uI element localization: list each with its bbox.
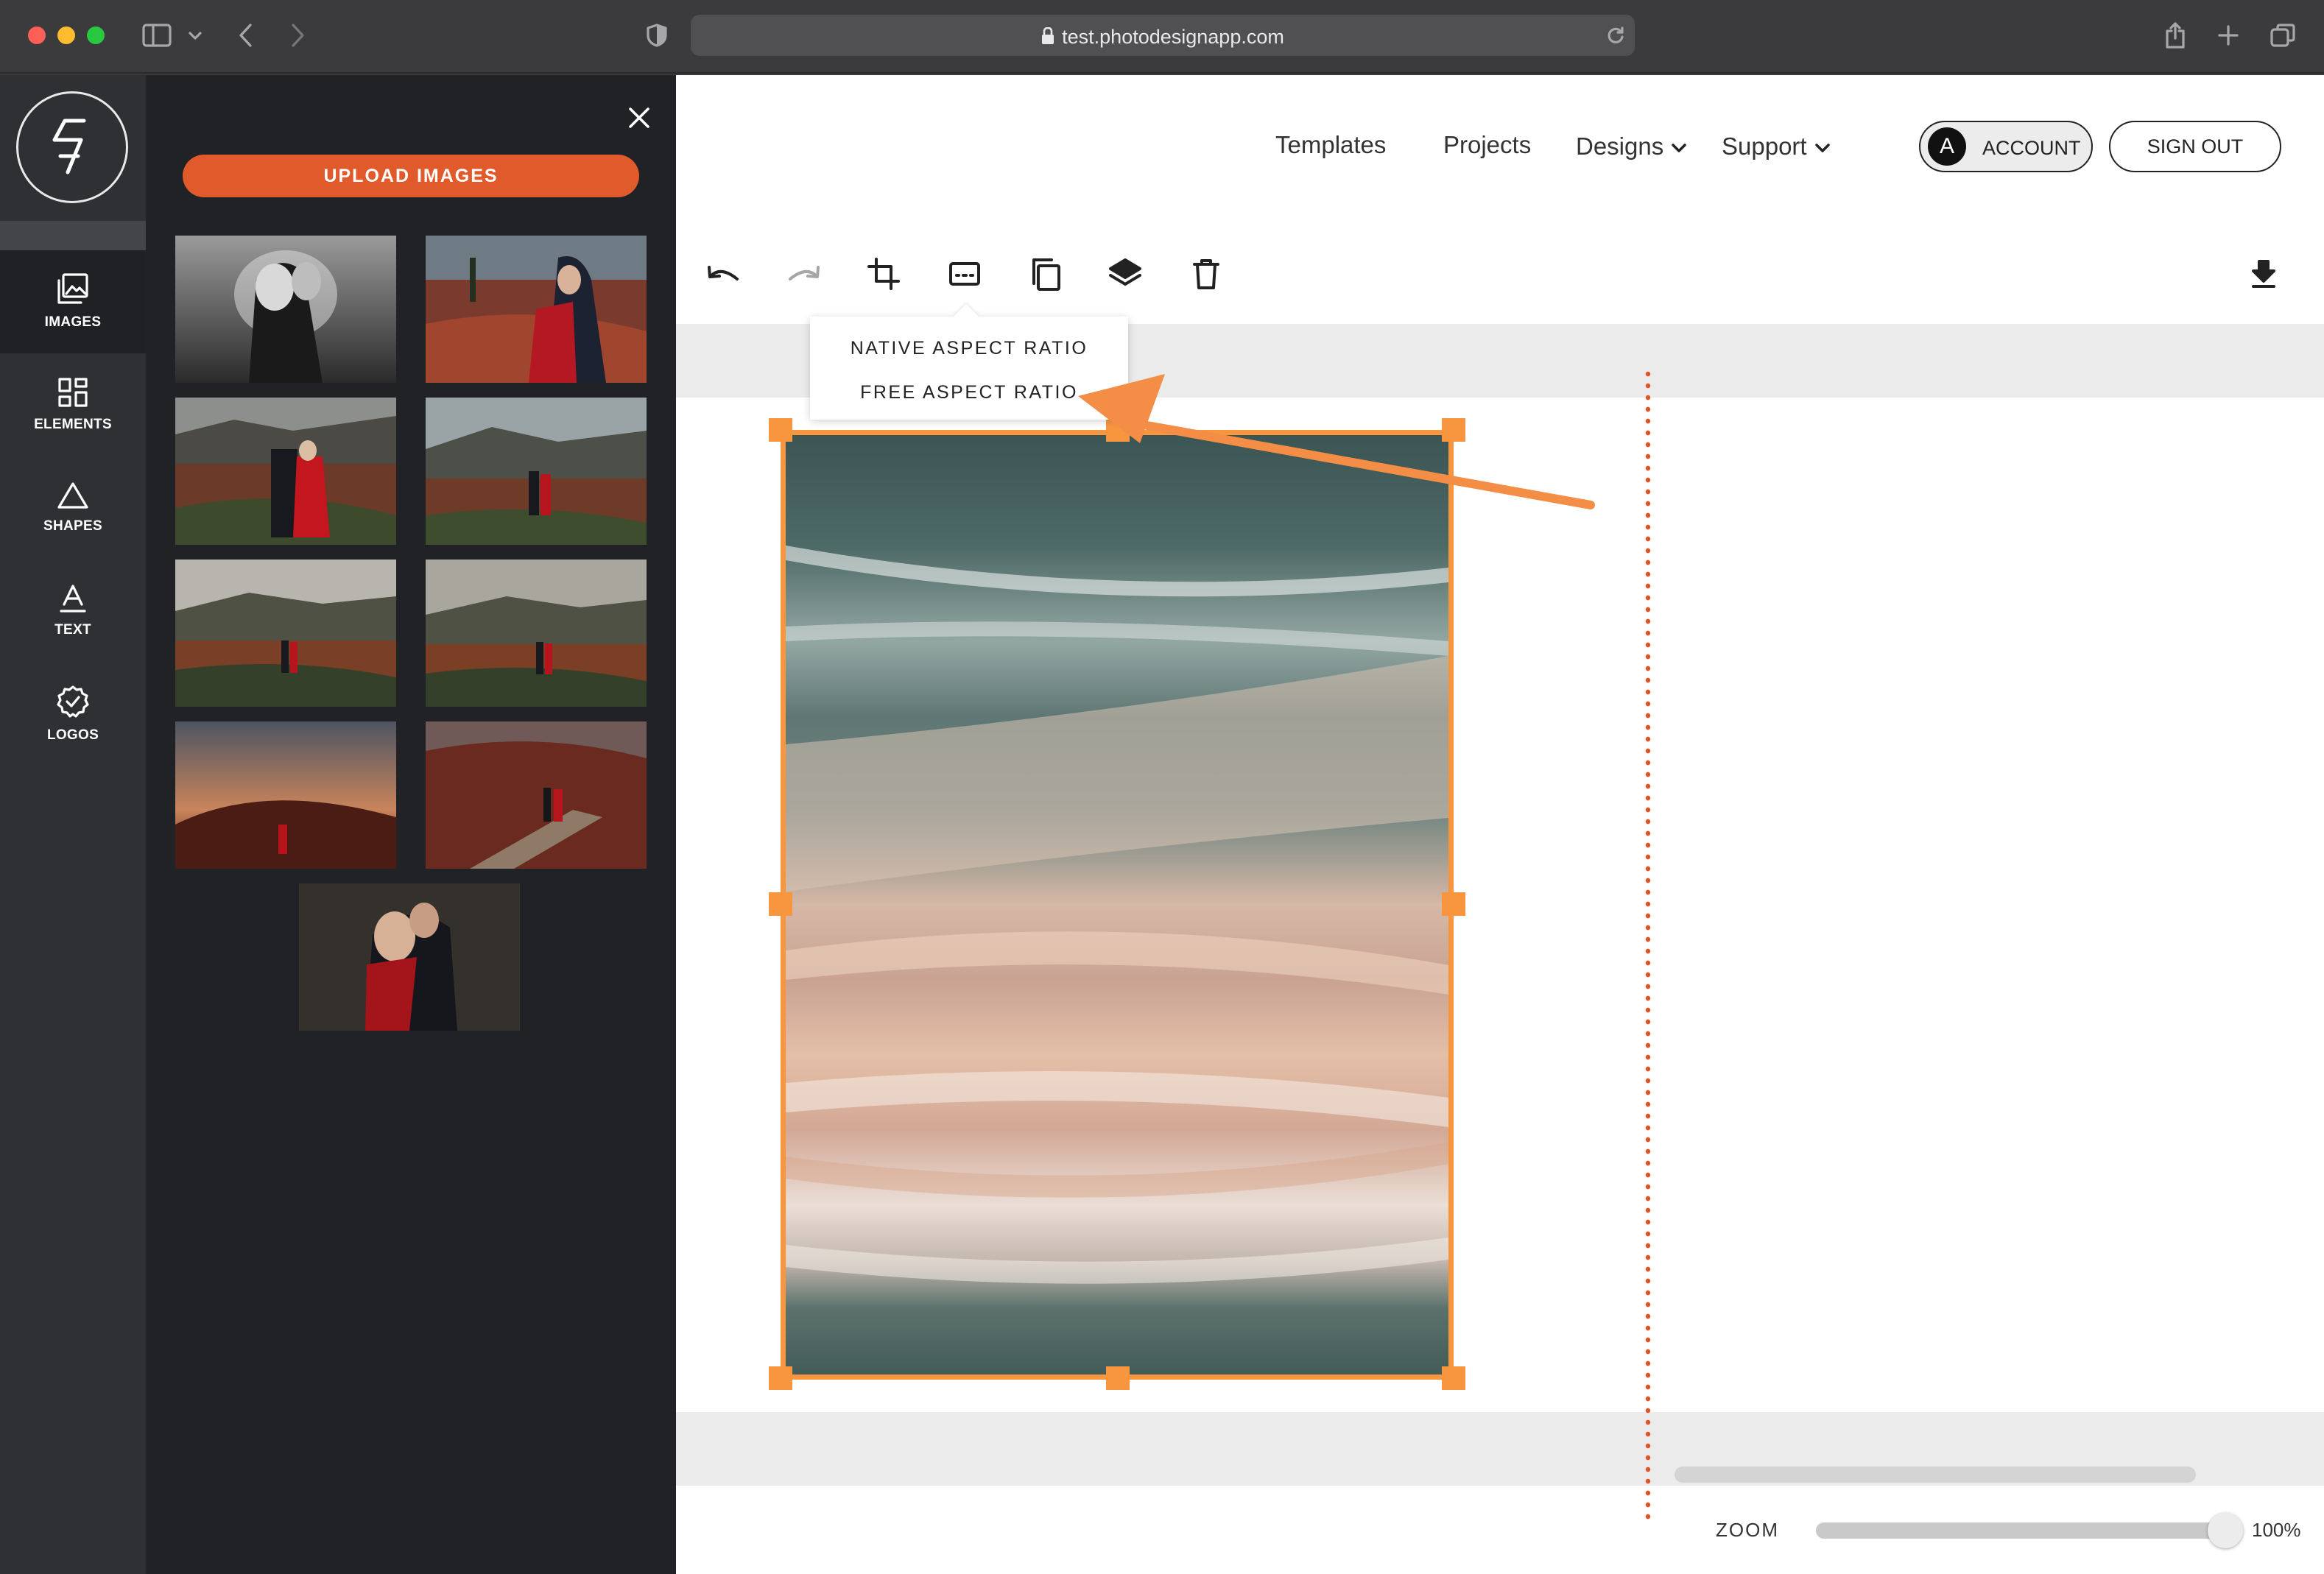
annotation-arrow xyxy=(1078,374,1595,509)
elements-icon xyxy=(58,378,88,407)
app-logo[interactable] xyxy=(16,91,128,203)
badge-check-icon xyxy=(57,685,89,718)
address-bar[interactable]: test.photodesignapp.com xyxy=(691,15,1635,56)
rail-label-text: TEXT xyxy=(54,622,91,638)
images-icon xyxy=(57,273,88,304)
share-icon[interactable] xyxy=(2161,19,2190,52)
minimize-window-button[interactable] xyxy=(57,27,75,44)
zoom-slider[interactable] xyxy=(1816,1513,2243,1548)
forward-icon[interactable] xyxy=(284,19,311,52)
zoom-slider-handle[interactable] xyxy=(2208,1513,2243,1548)
lock-icon xyxy=(1041,27,1054,50)
image-thumbnail[interactable] xyxy=(175,560,396,707)
close-panel-button[interactable] xyxy=(623,102,655,134)
triangle-icon xyxy=(57,482,88,509)
image-thumbnail[interactable] xyxy=(426,398,647,545)
back-icon[interactable] xyxy=(233,19,259,52)
rail-divider xyxy=(0,221,146,250)
text-icon xyxy=(60,585,86,613)
image-thumbnail[interactable] xyxy=(175,721,396,869)
image-thumbnail[interactable] xyxy=(426,560,647,707)
image-thumbnail[interactable] xyxy=(426,236,647,383)
privacy-shield-icon[interactable] xyxy=(642,19,672,52)
editor-main: Templates Projects Designs Support A ACC… xyxy=(676,75,2324,1574)
rail-item-images[interactable]: IMAGES xyxy=(0,250,146,353)
reload-icon[interactable] xyxy=(1604,19,1627,52)
image-thumbnail[interactable] xyxy=(426,721,647,869)
resize-handle-bottom-right[interactable] xyxy=(1442,1366,1465,1390)
horizontal-scrollbar[interactable] xyxy=(1675,1467,2196,1483)
rail-item-elements[interactable]: ELEMENTS xyxy=(0,353,146,456)
tool-rail: IMAGES ELEMENTS SHAPES TEXT LOGOS xyxy=(0,75,146,1574)
chevron-down-icon[interactable] xyxy=(184,19,206,52)
rail-item-logos[interactable]: LOGOS xyxy=(0,663,146,766)
resize-handle-bottom-left[interactable] xyxy=(769,1366,792,1390)
images-panel: UPLOAD IMAGES xyxy=(146,75,676,1574)
rail-label-shapes: SHAPES xyxy=(43,518,102,534)
zoom-label: ZOOM xyxy=(1716,1519,1779,1541)
new-tab-icon[interactable] xyxy=(2214,19,2243,52)
image-thumbnail[interactable] xyxy=(299,883,520,1031)
sidebar-toggle-icon[interactable] xyxy=(140,19,174,52)
resize-handle-right[interactable] xyxy=(1442,892,1465,916)
rail-label-elements: ELEMENTS xyxy=(34,417,112,432)
tab-overview-icon[interactable] xyxy=(2267,19,2299,52)
rail-label-logos: LOGOS xyxy=(46,727,99,743)
upload-images-button[interactable]: UPLOAD IMAGES xyxy=(183,155,639,197)
zoom-window-button[interactable] xyxy=(87,27,105,44)
close-window-button[interactable] xyxy=(28,27,46,44)
browser-toolbar: test.photodesignapp.com xyxy=(0,0,2324,74)
zoom-value: 100% xyxy=(2252,1519,2301,1541)
url-text: test.photodesignapp.com xyxy=(1062,26,1284,48)
resize-handle-left[interactable] xyxy=(769,892,792,916)
image-thumbnail[interactable] xyxy=(175,236,396,383)
rail-item-text[interactable]: TEXT xyxy=(0,560,146,663)
rail-label-images: IMAGES xyxy=(44,314,102,330)
image-thumbnail[interactable] xyxy=(175,398,396,545)
resize-handle-bottom[interactable] xyxy=(1106,1366,1130,1390)
rail-item-shapes[interactable]: SHAPES xyxy=(0,456,146,560)
close-icon xyxy=(629,107,649,128)
